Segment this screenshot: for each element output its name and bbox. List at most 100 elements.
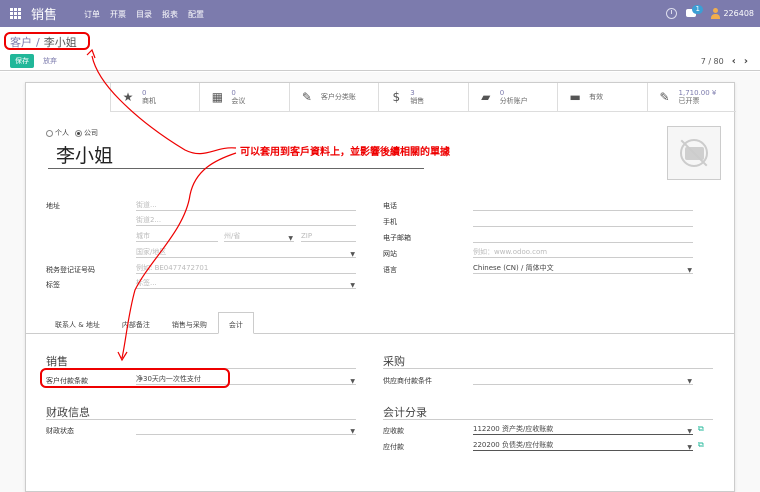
- zip-input[interactable]: ZIP: [301, 232, 356, 242]
- receivable-select[interactable]: 112200 资产类/应收账款 ▼: [473, 425, 693, 435]
- pager-value: 7 / 80: [700, 57, 724, 66]
- tab-sales-purchases[interactable]: 销售与采购: [161, 312, 218, 334]
- stat-label: 已开票: [678, 97, 700, 105]
- payable-select[interactable]: 220200 负债类/应付账款 ▼: [473, 441, 693, 451]
- chevron-down-icon: ▼: [687, 428, 692, 435]
- country-placeholder: 国家/地区: [136, 248, 167, 256]
- partner-image[interactable]: [667, 126, 721, 180]
- chevron-down-icon: ▼: [687, 267, 692, 274]
- fiscal-position-label: 财政状态: [46, 427, 74, 435]
- pencil-icon: ✎: [301, 90, 312, 104]
- mobile-label: 手机: [383, 218, 397, 226]
- radio-person[interactable]: 个人: [46, 128, 69, 138]
- purchase-section-title: 采购: [383, 355, 405, 368]
- star-icon: ★: [122, 90, 134, 104]
- app-title: 销售: [31, 8, 58, 23]
- pencil-square-icon: ✎: [659, 90, 670, 104]
- language-select[interactable]: Chinese (CN) / 简体中文 ▼: [473, 264, 693, 274]
- vat-input[interactable]: 例如: BE0477472701: [136, 264, 356, 274]
- partner-ledger-button[interactable]: ✎ 客户分类账: [288, 83, 378, 111]
- state-select[interactable]: 州/省 ▼: [224, 232, 294, 242]
- analytic-accounts-button[interactable]: ▰ 0 分析账户: [467, 83, 557, 111]
- menu-reporting[interactable]: 报表: [162, 9, 178, 20]
- opportunities-button[interactable]: ★ 0 商机: [110, 83, 199, 111]
- language-value: Chinese (CN) / 简体中文: [473, 264, 554, 272]
- receivable-label: 应收款: [383, 427, 404, 435]
- country-select[interactable]: 国家/地区 ▼: [136, 248, 356, 258]
- messages-icon[interactable]: 1: [686, 5, 703, 19]
- external-link-icon[interactable]: ⧉: [698, 424, 704, 434]
- breadcrumb-highlight: [4, 32, 90, 50]
- address-label: 地址: [46, 202, 60, 210]
- apps-grid-icon[interactable]: [10, 8, 21, 19]
- payment-term-highlight: [40, 368, 230, 388]
- pager-prev-icon[interactable]: ‹: [732, 56, 736, 67]
- smart-buttons: ★ 0 商机 ▦ 0 会议 ✎ 客户分类账 $3 销售 ▰ 0 分析账户 ▬ 有效 ✎ 1,710.…: [110, 83, 736, 112]
- book-icon: ▰: [481, 90, 491, 104]
- section-divider: [383, 419, 713, 420]
- stat-number: 0: [231, 89, 236, 97]
- discard-button[interactable]: 放弃: [43, 54, 57, 68]
- website-input[interactable]: 例如：www.odoo.com: [473, 248, 693, 258]
- supplier-term-select[interactable]: ▼: [473, 375, 693, 385]
- pager: 7 / 80 ‹ ›: [701, 56, 748, 67]
- tags-placeholder: 标签...: [136, 279, 157, 287]
- fiscal-position-select[interactable]: ▼: [136, 425, 356, 435]
- dollar-icon: $: [392, 90, 401, 104]
- partner-name-underline: [48, 168, 424, 169]
- receivable-value: 112200 资产类/应收账款: [473, 425, 554, 433]
- tags-input[interactable]: 标签... ▼: [136, 279, 356, 289]
- annotation-text: 可以套用到客戶資料上，並影響後續相關的單據: [240, 147, 450, 158]
- save-button[interactable]: 保存: [10, 54, 34, 68]
- menu-catalog[interactable]: 目录: [136, 9, 152, 20]
- partner-name-input[interactable]: 李小姐: [56, 141, 113, 168]
- section-divider: [383, 368, 713, 369]
- section-divider: [46, 419, 356, 420]
- calendar-icon: ▦: [211, 90, 224, 104]
- payable-value: 220200 负债类/应付账款: [473, 441, 554, 449]
- invoiced-button[interactable]: ✎ 1,710.00 ¥ 已开票: [646, 83, 736, 111]
- chevron-down-icon: ▼: [687, 444, 692, 451]
- mobile-input[interactable]: [473, 217, 693, 227]
- radio-company-label: 公司: [84, 129, 98, 137]
- payable-label: 应付款: [383, 443, 404, 451]
- systray: 1 226408: [666, 5, 754, 19]
- tab-accounting[interactable]: 会计: [217, 312, 254, 334]
- stat-label: 有效: [589, 93, 604, 101]
- archive-icon: ▬: [569, 90, 581, 104]
- stat-label: 会议: [231, 97, 246, 105]
- fiscal-section-title: 财政信息: [46, 406, 90, 419]
- vat-label: 税务登记证号码: [46, 266, 95, 274]
- stat-label: 商机: [142, 97, 156, 105]
- stat-number: 0: [499, 89, 505, 97]
- sales-button[interactable]: $3 销售: [378, 83, 467, 111]
- active-toggle-button[interactable]: ▬ 有效: [557, 83, 646, 111]
- notebook-tabs: 联系人 & 地址 内部备注 销售与采购 会计: [44, 312, 254, 334]
- stat-number: 0: [142, 89, 147, 97]
- stat-label: 销售: [410, 97, 425, 105]
- partner-type-radios: 个人 公司: [46, 128, 98, 138]
- meetings-button[interactable]: ▦ 0 会议: [199, 83, 288, 111]
- tags-label: 标签: [46, 281, 60, 289]
- city-input[interactable]: 城市: [136, 232, 218, 242]
- pager-next-icon[interactable]: ›: [744, 56, 748, 67]
- user-icon[interactable]: [711, 7, 721, 19]
- menu-configuration[interactable]: 配置: [188, 9, 204, 20]
- user-name[interactable]: 226408: [723, 9, 754, 18]
- radio-company[interactable]: 公司: [75, 128, 98, 138]
- stat-number: 1,710.00 ¥: [678, 89, 717, 97]
- street2-input[interactable]: 街道2...: [136, 216, 356, 226]
- supplier-term-label: 供应商付款条件: [383, 377, 432, 385]
- phone-input[interactable]: [473, 201, 693, 211]
- top-menu: 订单 开票 目录 报表 配置: [84, 9, 204, 20]
- activity-clock-icon[interactable]: [666, 7, 678, 19]
- entries-section-title: 会计分录: [383, 406, 427, 419]
- language-label: 语言: [383, 266, 397, 274]
- email-input[interactable]: [473, 233, 693, 243]
- street-input[interactable]: 街道...: [136, 201, 356, 211]
- menu-invoicing[interactable]: 开票: [110, 9, 126, 20]
- external-link-icon[interactable]: ⧉: [698, 440, 704, 450]
- menu-orders[interactable]: 订单: [84, 9, 100, 20]
- tab-internal-notes[interactable]: 内部备注: [111, 312, 161, 334]
- tab-contacts-addresses[interactable]: 联系人 & 地址: [44, 312, 111, 334]
